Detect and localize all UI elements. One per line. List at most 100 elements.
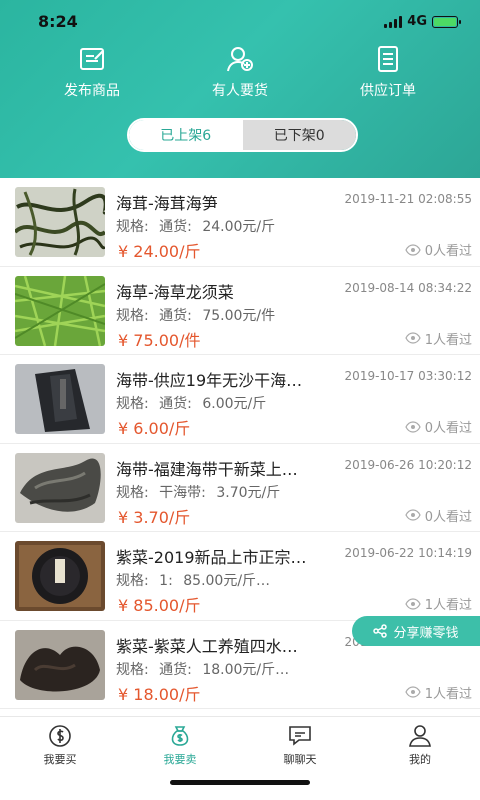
nav-sell[interactable]: 我要卖 [130, 723, 230, 770]
product-title: 海草-海草龙须菜 [116, 282, 234, 302]
tab-listed[interactable]: 已上架6 [129, 120, 243, 150]
home-indicator[interactable] [170, 780, 310, 785]
view-count: 0人看过 [405, 240, 472, 259]
product-item[interactable]: 海草-海草龙须菜 2019-08-14 08:34:22 规格: 通货: 75.… [0, 267, 480, 355]
wallet-icon [49, 725, 71, 747]
product-price: ¥ 85.00/斤 [118, 596, 201, 615]
eye-icon [405, 243, 421, 256]
product-title: 紫菜-2019新品上市正宗… [116, 548, 307, 567]
share-earn-button[interactable]: 分享赚零钱 [352, 616, 480, 646]
eye-icon [405, 420, 421, 433]
product-spec: 规格: 通货: 24.00元/斤 [116, 216, 281, 236]
spec-price: 75.00元/件 [202, 307, 276, 324]
nav-buy[interactable]: 我要买 [10, 723, 110, 770]
status-icons: 4G [384, 14, 461, 29]
product-image [15, 629, 105, 700]
product-title: 紫菜-紫菜人工养殖四水… [116, 636, 298, 656]
product-date: 2019-06-22 10:14:19 [342, 546, 472, 560]
product-title: 海带-福建海带干新菜上… [116, 459, 298, 479]
view-count: 1人看过 [405, 683, 472, 702]
edit-icon [80, 48, 104, 70]
publish-product-button[interactable]: 发布商品 [32, 44, 152, 100]
spec-price: 24.00元/斤 [202, 219, 276, 235]
nav-profile-label: 我的 [409, 753, 431, 766]
view-count-label: 1人看过 [424, 598, 472, 613]
nav-chat[interactable]: 聊聊天 [250, 723, 350, 770]
status-bar: 8:24 4G [0, 8, 480, 34]
view-count-label: 0人看过 [424, 244, 472, 259]
product-title: 海带-供应19年无沙干海… [116, 371, 303, 390]
product-price: ¥ 3.70/斤 [118, 507, 191, 527]
spec-label: 规格: [116, 573, 149, 589]
spec-label: 规格: [116, 396, 149, 412]
user-add-icon [227, 47, 253, 72]
money-bag-icon [171, 726, 189, 746]
nav-sell-label: 我要卖 [163, 753, 197, 766]
spec-label: 规格: [116, 661, 149, 678]
share-icon [373, 624, 388, 638]
product-image [15, 452, 105, 523]
eye-icon [405, 597, 421, 610]
spec-type: 通货: [159, 396, 192, 412]
spec-type: 通货: [159, 219, 192, 235]
header-actions: 发布商品 有人要货 供应订单 [0, 44, 480, 100]
product-spec: 规格: 通货: 75.00元/件 [116, 305, 281, 325]
nav-buy-label: 我要买 [43, 753, 77, 766]
product-price: ¥ 18.00/斤 [118, 684, 201, 704]
supply-orders-button[interactable]: 供应订单 [328, 44, 448, 100]
product-item[interactable]: 海茸-海茸海笋 2019-11-21 02:08:55 规格: 通货: 24.0… [0, 178, 480, 267]
home-indicator-area [0, 770, 480, 800]
buyer-requests-label: 有人要货 [212, 83, 268, 99]
profile-icon [409, 725, 431, 747]
tab-unlisted[interactable]: 已下架0 [242, 120, 356, 150]
view-count: 1人看过 [405, 329, 472, 348]
view-count: 1人看过 [405, 594, 472, 613]
publish-product-label: 发布商品 [64, 83, 120, 99]
share-earn-label: 分享赚零钱 [393, 625, 459, 641]
view-count-label: 1人看过 [424, 686, 472, 702]
view-count-label: 0人看过 [424, 421, 472, 436]
chat-icon [289, 726, 311, 746]
product-item[interactable]: 紫菜-2019新品上市正宗… 2019-06-22 10:14:19 规格: 1… [0, 532, 480, 621]
supply-orders-label: 供应订单 [360, 83, 416, 99]
product-title: 海茸-海茸海笋 [116, 194, 218, 213]
product-date: 2019-11-21 02:08:55 [342, 192, 472, 206]
product-item[interactable]: 海带-福建海带干新菜上… 2019-06-26 10:20:12 规格: 干海带… [0, 444, 480, 532]
product-image [15, 541, 105, 611]
network-label: 4G [407, 14, 427, 29]
eye-icon [405, 509, 421, 521]
app-root: 8:24 4G 发布商品 有人要货 供应订单 已上架6 已下架0 海茸-海茸海笋… [0, 0, 480, 800]
spec-price: 85.00元/斤… [183, 573, 271, 589]
eye-icon [405, 332, 421, 344]
product-price: ¥ 6.00/斤 [118, 419, 191, 438]
status-time: 8:24 [38, 12, 78, 31]
buyer-requests-button[interactable]: 有人要货 [180, 44, 300, 100]
product-spec: 规格: 1: 85.00元/斤… [116, 570, 276, 590]
signal-icon [384, 15, 403, 28]
spec-label: 规格: [116, 484, 149, 501]
eye-icon [405, 686, 421, 698]
product-date: 2019-08-14 08:34:22 [342, 280, 472, 295]
spec-label: 规格: [116, 307, 149, 324]
product-list: 海茸-海茸海笋 2019-11-21 02:08:55 规格: 通货: 24.0… [0, 178, 480, 716]
view-count-label: 0人看过 [424, 509, 472, 525]
product-item[interactable]: 海带-供应19年无沙干海… 2019-10-17 03:30:12 规格: 通货… [0, 355, 480, 444]
document-icon [378, 46, 398, 72]
listing-status-toggle: 已上架6 已下架0 [127, 118, 358, 152]
spec-price: 18.00元/斤… [202, 661, 290, 678]
product-date: 2019-06-26 10:20:12 [342, 457, 472, 472]
product-image [15, 364, 105, 434]
product-image [15, 187, 105, 257]
spec-price: 3.70元/斤 [216, 484, 281, 501]
product-spec: 规格: 通货: 18.00元/斤… [116, 659, 295, 679]
product-price: ¥ 24.00/斤 [118, 242, 201, 261]
spec-price: 6.00元/斤 [202, 396, 267, 412]
spec-type: 通货: [159, 307, 192, 324]
product-price: ¥ 75.00/件 [118, 330, 201, 350]
header: 8:24 4G 发布商品 有人要货 供应订单 已上架6 已下架0 [0, 0, 480, 178]
product-image [15, 275, 105, 346]
nav-profile[interactable]: 我的 [370, 723, 470, 770]
spec-type: 1: [159, 573, 173, 589]
bottom-nav: 我要买 我要卖 聊聊天 我的 [0, 716, 480, 770]
product-date: 2019-10-17 03:30:12 [342, 369, 472, 383]
